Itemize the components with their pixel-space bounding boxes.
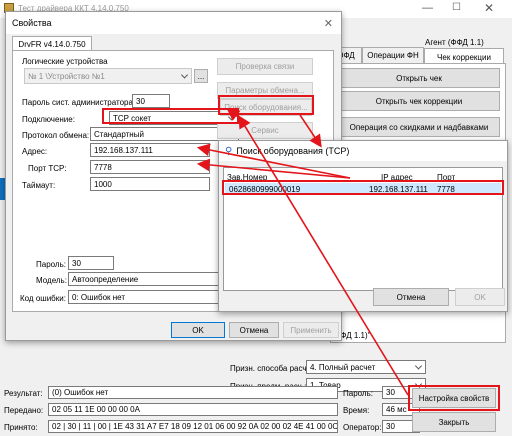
arrow-to-connection xyxy=(238,115,409,396)
arrow-to-search-dialog xyxy=(299,114,322,148)
arrow-to-address xyxy=(196,143,351,179)
arrow-to-find-equipment xyxy=(226,108,243,121)
annotation-arrows xyxy=(196,108,409,396)
